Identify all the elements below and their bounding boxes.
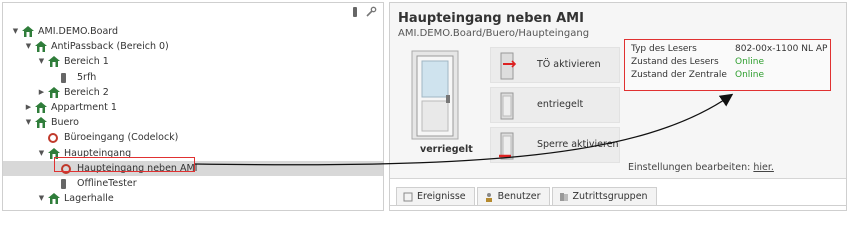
wrench-icon[interactable] [365, 6, 377, 18]
tree-node-label: Lagerhalle [64, 193, 114, 205]
tree: ▼ AMI.DEMO.Board ▼ AntiPassback (Bereich 0)… [3, 24, 383, 206]
building-icon [48, 86, 60, 98]
reader-info-box: Typ des Lesers 802-00x-1100 NL AP Zustan… [624, 39, 831, 91]
edit-settings-label: Einstellungen bearbeiten: [628, 162, 751, 173]
building-icon [35, 117, 47, 129]
collapse-toggle-icon[interactable]: ▼ [24, 115, 33, 130]
tab-benutzer[interactable]: Benutzer [476, 187, 550, 205]
expand-toggle-icon[interactable]: ▶ [37, 85, 46, 100]
action-label: TÖ aktivieren [537, 59, 601, 70]
user-icon [484, 192, 494, 202]
tree-node[interactable]: ▼ AMI.DEMO.Board [3, 24, 383, 39]
detail-tabs: Ereignisse Benutzer Zutrittsgruppen [396, 187, 659, 205]
info-key: Zustand des Lesers [631, 57, 719, 67]
building-icon [35, 101, 47, 113]
tree-node-label: Buero [51, 117, 79, 129]
door-icon [408, 49, 462, 141]
tree-node[interactable]: ▶ Bereich 2 [3, 85, 383, 100]
detail-header: Haupteingang neben AMI AMI.DEMO.Board/Bu… [390, 3, 846, 179]
tree-node-label: Appartment 1 [51, 101, 117, 113]
tab-ereignisse[interactable]: Ereignisse [396, 187, 475, 205]
collapse-toggle-icon[interactable]: ▼ [37, 146, 46, 161]
tree-node-label: AntiPassback (Bereich 0) [51, 41, 169, 53]
building-icon [48, 56, 60, 68]
door-unlocked-icon [499, 92, 517, 120]
tester-icon[interactable] [350, 6, 360, 18]
door-open-red-icon [499, 52, 517, 80]
info-value-status: Online [735, 70, 765, 80]
action-release-button[interactable]: TÖ aktivieren [490, 47, 620, 83]
action-label: entriegelt [537, 99, 584, 110]
page-title: Haupteingang neben AMI [398, 11, 584, 26]
expand-toggle-icon[interactable]: ▶ [24, 100, 33, 115]
tab-divider [390, 205, 846, 206]
tree-node[interactable]: ▼ Buero [3, 115, 383, 130]
tree-node-label: AMI.DEMO.Board [38, 26, 119, 37]
door-locked-red-icon [499, 132, 517, 160]
group-icon [559, 192, 569, 202]
building-icon [48, 193, 60, 205]
action-label: Sperre aktivieren [537, 139, 619, 150]
tree-node[interactable]: ▼ AntiPassback (Bereich 0) [3, 39, 383, 54]
info-row: Zustand des Lesers Online [631, 57, 830, 70]
info-value-status: Online [735, 57, 765, 67]
info-row: Zustand der Zentrale Online [631, 70, 830, 83]
tree-node[interactable]: ▶ Appartment 1 [3, 100, 383, 115]
door-state-label: verriegelt [420, 144, 473, 155]
tree-node[interactable]: OfflineTester [3, 176, 383, 191]
breadcrumb: AMI.DEMO.Board/Buero/Haupteingang [398, 28, 590, 39]
tree-node[interactable]: 5rfh [3, 70, 383, 85]
edit-settings: Einstellungen bearbeiten: hier. [628, 162, 774, 173]
tab-label: Benutzer [497, 191, 541, 202]
tree-node[interactable]: Büroeingang (Codelock) [3, 130, 383, 145]
tab-label: Zutrittsgruppen [572, 191, 648, 202]
tree-node-label: Bereich 2 [64, 86, 109, 98]
building-icon [22, 26, 34, 37]
event-icon [403, 192, 413, 202]
collapse-toggle-icon[interactable]: ▼ [11, 24, 20, 39]
tab-label: Ereignisse [417, 191, 466, 202]
edit-settings-link[interactable]: hier. [753, 162, 774, 173]
selection-highlight-box [54, 157, 195, 172]
tree-panel: ▼ AMI.DEMO.Board ▼ AntiPassback (Bereich 0)… [2, 2, 384, 211]
info-row: Typ des Lesers 802-00x-1100 NL AP [631, 44, 830, 57]
info-value: 802-00x-1100 NL AP [735, 44, 828, 54]
action-lock-button[interactable]: Sperre aktivieren [490, 127, 620, 163]
building-icon [35, 41, 47, 53]
tester-icon [61, 72, 66, 83]
tree-node-label: Bereich 1 [64, 56, 109, 68]
action-unlock-button[interactable]: entriegelt [490, 87, 620, 123]
door-icon [48, 133, 58, 144]
info-key: Zustand der Zentrale [631, 70, 727, 80]
collapse-toggle-icon[interactable]: ▼ [37, 54, 46, 69]
collapse-toggle-icon[interactable]: ▼ [24, 39, 33, 54]
tab-zutrittsgruppen[interactable]: Zutrittsgruppen [551, 187, 657, 205]
info-key: Typ des Lesers [631, 44, 697, 54]
tree-node[interactable]: ▼ Lagerhalle [3, 191, 383, 206]
tree-node-label: OfflineTester [77, 177, 137, 189]
collapse-toggle-icon[interactable]: ▼ [37, 191, 46, 206]
tester-icon [61, 178, 66, 189]
detail-panel: Haupteingang neben AMI AMI.DEMO.Board/Bu… [389, 2, 847, 211]
tree-node-label: Büroeingang (Codelock) [64, 132, 179, 144]
tree-node[interactable]: ▼ Bereich 1 [3, 54, 383, 69]
tree-node-label: 5rfh [77, 71, 97, 83]
tree-toolbar [350, 6, 377, 18]
